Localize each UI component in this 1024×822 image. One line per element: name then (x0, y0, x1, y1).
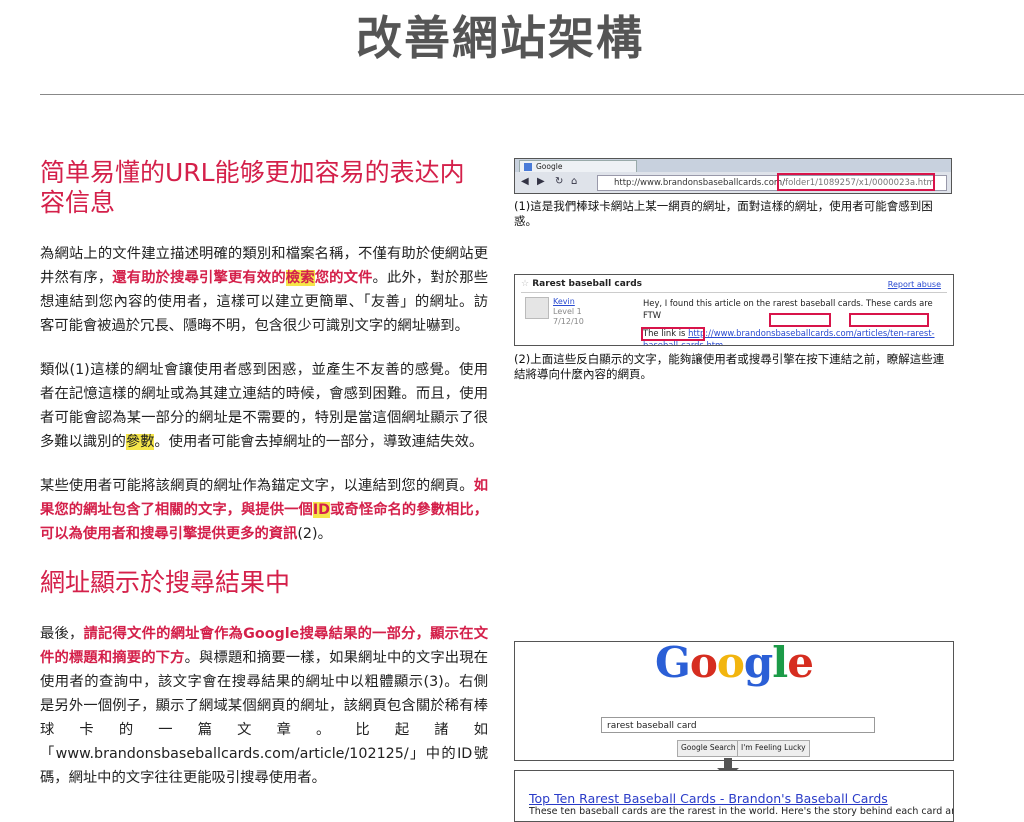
highlight: ID (312, 502, 331, 518)
text: 。與標題和摘要一樣，如果網址中的文字出現在使用者的查詢中，該文字會在搜尋結果的網… (40, 650, 489, 786)
star-icon: ☆ (521, 279, 530, 289)
reload-icon[interactable]: ↻ (555, 176, 563, 187)
section-heading-url: 简单易懂的URL能够更加容易的表达内容信息 (40, 158, 465, 217)
browser-screenshot: Google ◀ ▶ ↻ ⌂ http://www.brandonsbaseba… (514, 158, 952, 194)
title-divider (40, 94, 1024, 95)
page-title: 改善網站架構 (356, 11, 644, 65)
forum-title: ☆ Rarest baseball cards (521, 279, 642, 289)
text: 。使用者可能會去掉網址的一部分，導致連結失效。 (154, 434, 484, 450)
browser-tabbar: Google (515, 159, 951, 172)
google-favicon-icon (524, 163, 532, 171)
section-heading-results: 網址顯示於搜尋結果中 (40, 568, 291, 597)
figure-caption-1: (1)這是我們棒球卡網站上某一網頁的網址，面對這樣的網址，使用者可能會感到困惑。 (514, 199, 933, 228)
search-input[interactable]: rarest baseball card (601, 717, 875, 733)
avatar (525, 297, 549, 319)
forward-arrow-icon[interactable]: ▶ (537, 176, 545, 187)
paragraph: 某些使用者可能將該網頁的網址作為錨定文字，以連結到您的網頁。如果您的網址包含了相… (40, 474, 488, 546)
paragraph: 類似(1)這樣的網址會讓使用者感到困惑，並產生不友善的感覺。使用者在記憶這樣的網… (40, 358, 488, 454)
emphasis-text: 還有助於搜尋引擎更有效的檢索您的文件 (112, 270, 373, 286)
text: (2)。 (297, 526, 332, 542)
browser-tab[interactable]: Google (519, 160, 637, 172)
search-result-screenshot: Top Ten Rarest Baseball Cards - Brandon'… (514, 770, 954, 822)
figure-caption-2: (2)上面這些反白顯示的文字，能夠讓使用者或搜尋引擎在按下連結之前，瞭解這些連結… (514, 352, 945, 381)
result-title-link[interactable]: Top Ten Rarest Baseball Cards - Brandon'… (529, 791, 888, 806)
highlight-box (641, 327, 705, 341)
user-name-link[interactable]: Kevin (553, 297, 584, 307)
highlight: 參數 (125, 434, 155, 450)
feeling-lucky-button[interactable]: I'm Feeling Lucky (737, 740, 810, 757)
text: 某些使用者可能將該網頁的網址作為錨定文字，以連結到您的網頁。 (40, 478, 474, 494)
forum-screenshot: ☆ Rarest baseball cards Report abuse Kev… (514, 274, 954, 346)
result-snippet: These ten baseball cards are the rarest … (529, 806, 954, 817)
highlight: 檢索 (285, 270, 315, 286)
paragraph: 為網站上的文件建立描述明確的類別和檔案名稱，不僅有助於使網站更井然有序，還有助於… (40, 242, 488, 338)
report-abuse-link[interactable]: Report abuse (888, 280, 941, 289)
highlight-box (769, 313, 831, 327)
back-arrow-icon[interactable]: ◀ (521, 176, 529, 187)
google-logo: Google (655, 641, 814, 687)
text: 最後， (40, 626, 84, 642)
browser-navbar: ◀ ▶ ↻ ⌂ http://www.brandonsbaseballcards… (515, 172, 951, 193)
paragraph: 最後，請記得文件的網址會作為Google搜尋結果的一部分，顯示在文件的標題和摘要… (40, 622, 488, 790)
highlight-box (777, 173, 935, 191)
divider (521, 292, 947, 293)
home-icon[interactable]: ⌂ (571, 176, 577, 187)
highlight-box (849, 313, 929, 327)
user-info: Kevin Level 1 7/12/10 (553, 297, 584, 326)
google-search-button[interactable]: Google Search (677, 740, 740, 757)
left-column: 简单易懂的URL能够更加容易的表达内容信息 為網站上的文件建立描述明確的類別和檔… (40, 158, 488, 810)
google-search-screenshot: Google rarest baseball card Google Searc… (514, 641, 954, 761)
